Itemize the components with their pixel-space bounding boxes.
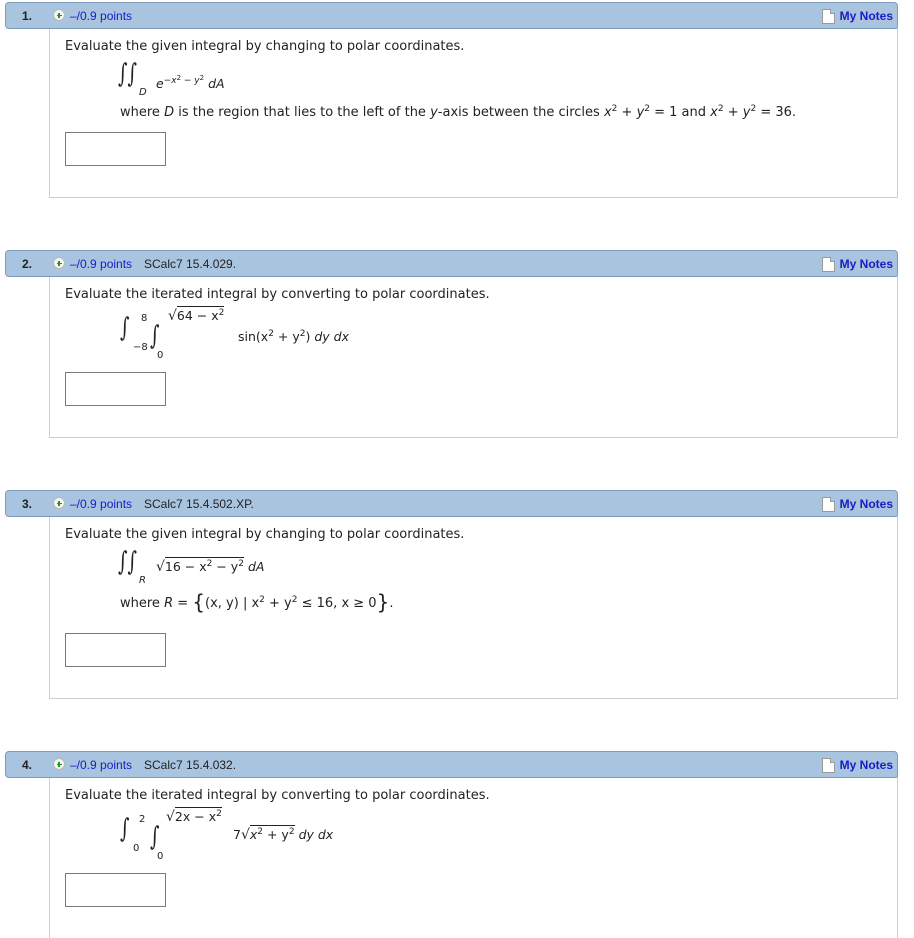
points-link[interactable]: –/0.9 points	[70, 497, 132, 511]
question-number: 4.	[22, 758, 33, 772]
question-header: 1. –/0.9 points My Notes	[5, 2, 898, 29]
outer-integral-sign: ∫	[120, 313, 130, 343]
problem-reference: SCalc7 15.4.032.	[144, 758, 237, 772]
problem-reference: SCalc7 15.4.502.XP.	[144, 497, 254, 511]
question-body: Evaluate the iterated integral by conver…	[49, 277, 898, 438]
region-label: R	[139, 575, 146, 586]
integrand: e−x2 − y2 dA	[156, 74, 225, 91]
expand-plus-icon[interactable]	[53, 758, 65, 770]
my-notes-label: My Notes	[839, 497, 893, 511]
inner-upper-limit: √2x − x2	[166, 807, 222, 825]
question-prompt: Evaluate the given integral by changing …	[65, 527, 465, 542]
answer-input[interactable]	[65, 633, 166, 667]
question-prompt: Evaluate the given integral by changing …	[65, 39, 465, 54]
note-icon	[821, 256, 835, 272]
inner-lower-limit: 0	[157, 350, 164, 361]
answer-input[interactable]	[65, 372, 166, 406]
double-integral-sign: ∫∫	[118, 547, 137, 577]
question-number: 3.	[22, 497, 33, 511]
question-body: Evaluate the iterated integral by conver…	[49, 778, 898, 938]
region-condition: where R = {(x, y) | x2 + y2 ≤ 16, x ≥ 0}…	[120, 590, 394, 614]
question-header: 3. –/0.9 points SCalc7 15.4.502.XP. My N…	[5, 490, 898, 517]
question-header: 2. –/0.9 points SCalc7 15.4.029. My Note…	[5, 250, 898, 277]
question-body: Evaluate the given integral by changing …	[49, 29, 898, 198]
points-link[interactable]: –/0.9 points	[70, 758, 132, 772]
question-number: 1.	[22, 9, 33, 23]
integrand: sin(x2 + y2) dy dx	[238, 329, 349, 344]
answer-input[interactable]	[65, 132, 166, 166]
expand-plus-icon[interactable]	[53, 9, 65, 21]
note-icon	[821, 757, 835, 773]
my-notes-label: My Notes	[839, 257, 893, 271]
note-icon	[821, 8, 835, 24]
inner-integral-sign: ∫	[150, 321, 160, 351]
question-prompt: Evaluate the iterated integral by conver…	[65, 788, 490, 803]
outer-upper-limit: 2	[139, 814, 146, 825]
question-header: 4. –/0.9 points SCalc7 15.4.032. My Note…	[5, 751, 898, 778]
my-notes-button[interactable]: My Notes	[821, 255, 893, 273]
outer-lower-limit: 0	[133, 843, 140, 854]
question-prompt: Evaluate the iterated integral by conver…	[65, 287, 490, 302]
points-link[interactable]: –/0.9 points	[70, 9, 132, 23]
inner-lower-limit: 0	[157, 851, 164, 862]
outer-lower-limit: −8	[133, 342, 148, 353]
double-integral-sign: ∫∫	[118, 59, 137, 89]
answer-input[interactable]	[65, 873, 166, 907]
question-body: Evaluate the given integral by changing …	[49, 517, 898, 699]
problem-reference: SCalc7 15.4.029.	[144, 257, 237, 271]
question-number: 2.	[22, 257, 33, 271]
note-icon	[821, 496, 835, 512]
my-notes-label: My Notes	[839, 9, 893, 23]
integrand: 7√x2 + y2 dy dx	[233, 825, 334, 843]
points-link[interactable]: –/0.9 points	[70, 257, 132, 271]
expand-plus-icon[interactable]	[53, 257, 65, 269]
region-condition: where D is the region that lies to the l…	[120, 104, 797, 120]
integrand: √16 − x2 − y2 dA	[156, 557, 265, 575]
inner-upper-limit: √64 − x2	[168, 306, 225, 324]
inner-integral-sign: ∫	[150, 822, 160, 852]
my-notes-button[interactable]: My Notes	[821, 495, 893, 513]
region-label: D	[139, 87, 147, 98]
my-notes-label: My Notes	[839, 758, 893, 772]
my-notes-button[interactable]: My Notes	[821, 756, 893, 774]
my-notes-button[interactable]: My Notes	[821, 7, 893, 25]
expand-plus-icon[interactable]	[53, 497, 65, 509]
outer-upper-limit: 8	[141, 313, 148, 324]
outer-integral-sign: ∫	[120, 814, 130, 844]
